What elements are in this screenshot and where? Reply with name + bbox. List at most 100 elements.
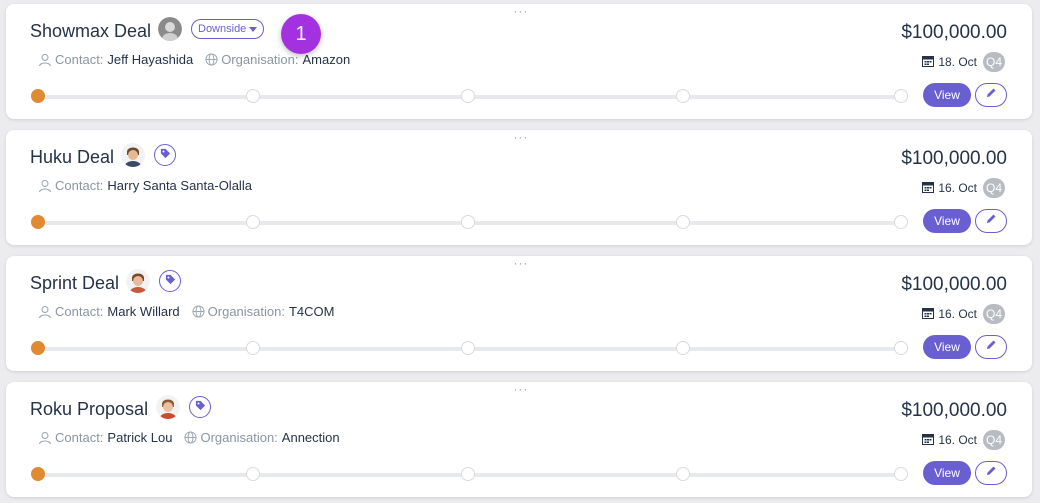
deal-meta: Contact: Mark Willard Organisation: T4CO… (38, 304, 334, 319)
stage-step[interactable] (246, 215, 260, 229)
downside-dropdown[interactable]: Downside (191, 19, 265, 39)
quarter-badge: Q4 (983, 52, 1005, 72)
date-text: 16. Oct (938, 433, 977, 447)
view-button[interactable]: View (923, 461, 971, 485)
pencil-icon (985, 212, 997, 230)
deal-card[interactable]: ··· Showmax Deal Downside Contact: Jeff … (6, 4, 1032, 119)
tag-icon (195, 398, 206, 416)
calendar-icon (922, 55, 935, 70)
contact-label: Contact: (55, 178, 104, 193)
organisation-label: Organisation: (221, 52, 299, 67)
user-icon (38, 179, 52, 193)
stage-step[interactable] (31, 467, 45, 481)
user-icon (38, 431, 52, 445)
contact-name[interactable]: Harry Santa Santa-Olalla (107, 178, 252, 193)
organisation-name[interactable]: T4COM (289, 304, 335, 319)
quarter-badge: Q4 (983, 178, 1005, 198)
notification-badge[interactable]: 1 (281, 14, 321, 54)
user-icon (38, 53, 52, 67)
stage-step[interactable] (461, 215, 475, 229)
stage-step[interactable] (676, 215, 690, 229)
stage-step[interactable] (246, 467, 260, 481)
deal-title[interactable]: Huku Deal (30, 147, 114, 168)
stage-step[interactable] (894, 215, 908, 229)
stage-step[interactable] (31, 89, 45, 103)
deal-amount: $100,000.00 (901, 274, 1007, 295)
pencil-icon (985, 464, 997, 482)
deal-card[interactable]: ··· Sprint Deal Contact: Mark Willard Or… (6, 256, 1032, 371)
edit-button[interactable] (975, 83, 1007, 107)
calendar-icon (922, 307, 935, 322)
stage-step[interactable] (894, 341, 908, 355)
contact-name[interactable]: Mark Willard (107, 304, 179, 319)
stage-step[interactable] (461, 467, 475, 481)
deal-amount: $100,000.00 (901, 22, 1007, 43)
drag-handle[interactable]: ··· (511, 5, 531, 17)
stage-step[interactable] (461, 89, 475, 103)
deal-meta: Contact: Jeff Hayashida Organisation: Am… (38, 52, 350, 67)
pencil-icon (985, 86, 997, 104)
date-text: 16. Oct (938, 307, 977, 321)
stage-step[interactable] (31, 215, 45, 229)
contact-label: Contact: (55, 430, 104, 445)
stage-step[interactable] (676, 467, 690, 481)
edit-button[interactable] (975, 209, 1007, 233)
stage-step[interactable] (676, 341, 690, 355)
stage-step[interactable] (461, 341, 475, 355)
deal-meta: Contact: Harry Santa Santa-Olalla (38, 178, 252, 193)
tag-button[interactable] (189, 396, 211, 418)
quarter-badge: Q4 (983, 304, 1005, 324)
deal-amount: $100,000.00 (901, 148, 1007, 169)
user-icon (38, 305, 52, 319)
date-text: 18. Oct (938, 55, 977, 69)
avatar (156, 395, 180, 419)
deal-title[interactable]: Roku Proposal (30, 399, 148, 420)
avatar (121, 143, 145, 167)
deal-date: 18. Oct Q4 (922, 52, 1005, 72)
edit-button[interactable] (975, 461, 1007, 485)
tag-icon (160, 146, 171, 164)
organisation-label: Organisation: (200, 430, 278, 445)
avatar (158, 17, 182, 41)
organisation-name[interactable]: Amazon (303, 52, 351, 67)
drag-handle[interactable]: ··· (511, 383, 531, 395)
date-text: 16. Oct (938, 181, 977, 195)
deal-card[interactable]: ··· Huku Deal Contact: Harry Santa Santa… (6, 130, 1032, 245)
deal-date: 16. Oct Q4 (922, 178, 1005, 198)
view-button[interactable]: View (923, 83, 971, 107)
deal-amount: $100,000.00 (901, 400, 1007, 421)
quarter-badge: Q4 (983, 430, 1005, 450)
globe-icon (192, 305, 205, 318)
organisation-label: Organisation: (207, 304, 285, 319)
stage-step[interactable] (676, 89, 690, 103)
stage-step[interactable] (246, 89, 260, 103)
organisation-name[interactable]: Annection (282, 430, 340, 445)
drag-handle[interactable]: ··· (511, 257, 531, 269)
drag-handle[interactable]: ··· (511, 131, 531, 143)
view-button[interactable]: View (923, 209, 971, 233)
contact-name[interactable]: Jeff Hayashida (107, 52, 193, 67)
caret-down-icon (249, 20, 258, 39)
stage-step[interactable] (894, 89, 908, 103)
calendar-icon (922, 433, 935, 448)
tag-button[interactable] (159, 270, 181, 292)
globe-icon (184, 431, 198, 444)
contact-label: Contact: (55, 304, 104, 319)
deal-meta: Contact: Patrick Lou Organisation: Annec… (38, 430, 340, 445)
tag-button[interactable] (154, 144, 176, 166)
stage-step[interactable] (31, 341, 45, 355)
avatar (126, 269, 150, 293)
globe-icon (205, 53, 218, 66)
tag-label: Downside (198, 22, 247, 35)
pencil-icon (985, 338, 997, 356)
deal-title[interactable]: Showmax Deal (30, 21, 151, 42)
calendar-icon (922, 181, 935, 196)
edit-button[interactable] (975, 335, 1007, 359)
deal-card[interactable]: ··· Roku Proposal Contact: Patrick Lou O… (6, 382, 1032, 497)
view-button[interactable]: View (923, 335, 971, 359)
stage-step[interactable] (246, 341, 260, 355)
deal-title[interactable]: Sprint Deal (30, 273, 119, 294)
stage-step[interactable] (894, 467, 908, 481)
contact-name[interactable]: Patrick Lou (107, 430, 172, 445)
deal-date: 16. Oct Q4 (922, 304, 1005, 324)
